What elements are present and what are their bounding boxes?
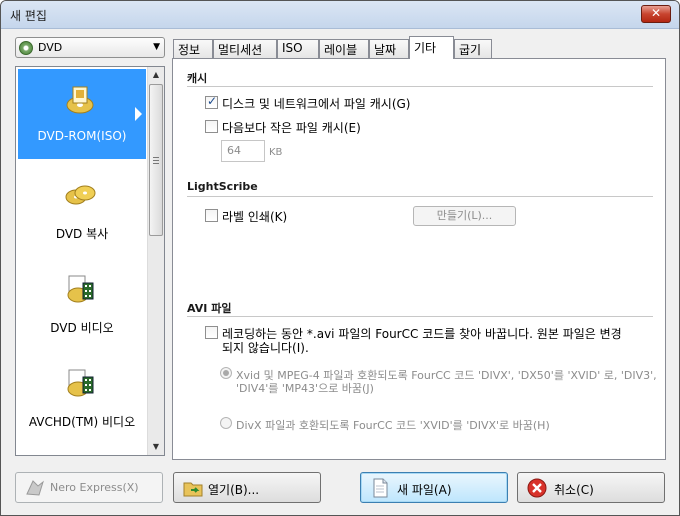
tab-burn[interactable]: 굽기 bbox=[454, 39, 492, 58]
label-print-label: 라벨 인쇄(K) bbox=[222, 210, 288, 224]
cache-size-unit: KB bbox=[269, 147, 283, 158]
new-file-icon bbox=[373, 478, 388, 498]
list-item-dvd-video[interactable]: DVD 비디오 bbox=[18, 259, 146, 349]
tab-date[interactable]: 날짜 bbox=[369, 39, 409, 58]
cache-size-field[interactable]: 64 bbox=[221, 140, 265, 162]
compilation-type-list: DVD-ROM(ISO) DVD 복사 DVD 비디오 AVCHD(TM) 비디… bbox=[15, 66, 165, 456]
nero-express-icon bbox=[26, 480, 44, 496]
xvid-option-label-line2: 'DIV4'를 'MP43'으로 바꿈(J) bbox=[236, 382, 374, 395]
list-item-label: DVD 복사 bbox=[55, 227, 109, 241]
lightscribe-section-title: LightScribe bbox=[187, 180, 258, 193]
divider bbox=[187, 196, 653, 197]
cache-files-checkbox[interactable] bbox=[205, 94, 218, 109]
list-item-label: AVCHD(TM) 비디오 bbox=[28, 415, 136, 429]
dialog-body: DVD ▼ DVD-ROM(ISO) DVD 복사 DVD 비디오 AVCHD(… bbox=[7, 31, 673, 511]
scroll-thumb[interactable] bbox=[149, 84, 163, 236]
dvd-disc-icon bbox=[19, 41, 33, 55]
open-folder-icon bbox=[183, 482, 203, 497]
cache-files-label: 디스크 및 네트워크에서 파일 캐시(G) bbox=[222, 97, 411, 111]
window-title: 새 편집 bbox=[10, 9, 47, 23]
close-button[interactable]: ✕ bbox=[641, 5, 671, 23]
dvd-video-icon bbox=[67, 275, 94, 303]
scroll-down-icon[interactable]: ▼ bbox=[148, 439, 164, 455]
list-item-label: DVD 비디오 bbox=[50, 321, 114, 335]
new-compilation-dialog: 새 편집 ✕ DVD ▼ DVD-ROM(ISO) DVD 복사 DVD 비디오… bbox=[0, 0, 680, 516]
xvid-option-radio[interactable] bbox=[220, 367, 232, 379]
tab-multisession[interactable]: 멀티세션 bbox=[213, 39, 277, 58]
label-print-checkbox[interactable] bbox=[205, 209, 218, 222]
cache-section-title: 캐시 bbox=[187, 72, 208, 85]
tab-info[interactable]: 정보 bbox=[173, 39, 213, 58]
tab-iso[interactable]: ISO bbox=[277, 39, 319, 58]
cache-small-files-label: 다음보다 작은 파일 캐시(E) bbox=[222, 121, 361, 135]
cache-small-files-checkbox[interactable] bbox=[205, 120, 218, 133]
fourcc-replace-label-line2: 되지 않습니다(I). bbox=[222, 341, 309, 355]
divx-option-label: DivX 파일과 호환되도록 FourCC 코드 'XVID'를 'DIVX'로… bbox=[236, 419, 550, 432]
list-item-avchd-video[interactable]: AVCHD(TM) 비디오 bbox=[18, 353, 146, 443]
misc-tab-panel: 캐시 디스크 및 네트워크에서 파일 캐시(G) 다음보다 작은 파일 캐시(E… bbox=[172, 58, 666, 460]
scroll-up-icon[interactable]: ▲ bbox=[148, 67, 164, 83]
tab-misc[interactable]: 기타 bbox=[409, 36, 454, 59]
chevron-down-icon: ▼ bbox=[153, 42, 160, 52]
new-file-button[interactable]: 새 파일(A) bbox=[360, 472, 508, 503]
tab-label[interactable]: 레이블 bbox=[319, 39, 369, 58]
divider bbox=[187, 86, 653, 87]
selected-arrow-icon bbox=[135, 107, 142, 121]
list-scrollbar[interactable]: ▲ ▼ bbox=[147, 67, 164, 455]
title-bar[interactable]: 새 편집 ✕ bbox=[1, 1, 679, 29]
dvd-rom-icon bbox=[66, 86, 94, 114]
avi-section-title: AVI 파일 bbox=[187, 302, 232, 315]
grip-icon bbox=[153, 157, 159, 164]
fourcc-replace-checkbox[interactable] bbox=[205, 326, 218, 339]
list-item-label: DVD-ROM(ISO) bbox=[37, 129, 127, 143]
list-item-dvd-rom-iso[interactable]: DVD-ROM(ISO) bbox=[18, 69, 146, 159]
open-button[interactable]: 열기(B)... bbox=[173, 472, 321, 503]
avchd-video-icon bbox=[67, 369, 94, 397]
divider bbox=[187, 316, 653, 317]
disc-type-dropdown[interactable]: DVD ▼ bbox=[15, 37, 165, 58]
cancel-icon bbox=[527, 478, 547, 498]
divx-option-radio[interactable] bbox=[220, 417, 232, 429]
dvd-copy-icon bbox=[65, 185, 96, 205]
disc-type-value: DVD bbox=[38, 41, 63, 54]
list-item-dvd-copy[interactable]: DVD 복사 bbox=[18, 165, 146, 255]
nero-express-button[interactable]: Nero Express(X) bbox=[15, 472, 163, 503]
lightscribe-create-button[interactable]: 만들기(L)... bbox=[413, 206, 516, 226]
cancel-button[interactable]: 취소(C) bbox=[517, 472, 665, 503]
